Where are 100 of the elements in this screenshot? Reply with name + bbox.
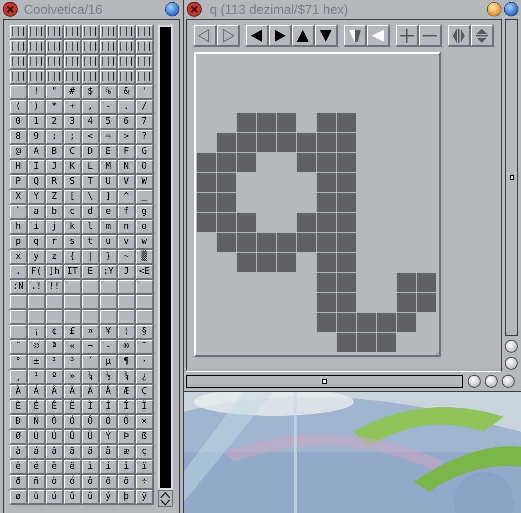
round-button[interactable] (468, 375, 481, 388)
glyph-cell[interactable]: { (64, 250, 82, 265)
glyph-cell[interactable]: :N (10, 280, 28, 295)
glyph-cell[interactable]: Ã (64, 385, 82, 400)
glyph-cell[interactable]: b (46, 205, 64, 220)
glyph-cell[interactable]: E (100, 145, 118, 160)
glyph-cell[interactable]: _ (136, 190, 154, 205)
glyph-cell[interactable]: w (136, 235, 154, 250)
glyph-cell[interactable]: ¦ (118, 325, 136, 340)
glyph-cell[interactable]: ¯ (136, 340, 154, 355)
glyph-cell[interactable]: Æ (118, 385, 136, 400)
glyph-cell[interactable]: \ (82, 190, 100, 205)
glyph-cell[interactable] (118, 280, 136, 295)
flip-vertical-button[interactable] (471, 25, 494, 47)
glyph-cell[interactable]: ¢ (46, 325, 64, 340)
glyph-cell[interactable] (118, 295, 136, 310)
glyph-cell[interactable]: ||| (64, 40, 82, 55)
glyph-cell[interactable] (64, 280, 82, 295)
glyph-cell[interactable]: n (118, 220, 136, 235)
glyph-cell[interactable]: r (46, 235, 64, 250)
glyph-cell[interactable]: C (64, 145, 82, 160)
glyph-cell[interactable] (136, 310, 154, 325)
glyph-cell[interactable]: æ (118, 445, 136, 460)
glyph-cell[interactable]: O (136, 160, 154, 175)
glyph-cell[interactable]: D (82, 145, 100, 160)
glyph-cell[interactable]: ||| (136, 55, 154, 70)
glyph-cell[interactable]: Ñ (28, 415, 46, 430)
glyph-cell[interactable]: R (46, 175, 64, 190)
next-button[interactable] (217, 25, 240, 47)
glyph-cell[interactable]: þ (118, 490, 136, 505)
glyph-cell[interactable]: . (118, 100, 136, 115)
glyph-cell[interactable]: û (64, 490, 82, 505)
glyph-cell[interactable]: I (28, 160, 46, 175)
glyph-cell[interactable]: IT (64, 265, 82, 280)
glyph-cell[interactable] (100, 310, 118, 325)
maximize-icon[interactable] (165, 2, 180, 17)
glyph-cell[interactable]: Ê (46, 400, 64, 415)
glyph-cell[interactable]: ||| (118, 55, 136, 70)
glyph-cell[interactable]: § (136, 325, 154, 340)
glyph-cell[interactable]: ß (136, 430, 154, 445)
move-right-button[interactable] (269, 25, 292, 47)
glyph-cell[interactable] (136, 280, 154, 295)
glyph-cell[interactable]: V (118, 175, 136, 190)
glyph-cell[interactable]: ||| (136, 25, 154, 40)
glyph-cell[interactable]: [ (64, 190, 82, 205)
glyph-cell[interactable]: z (46, 250, 64, 265)
glyph-cell[interactable]: X (10, 190, 28, 205)
glyph-cell[interactable]: Ö (118, 415, 136, 430)
glyph-cell[interactable]: U (100, 175, 118, 190)
glyph-cell[interactable]: Q (28, 175, 46, 190)
glyph-cell[interactable] (82, 295, 100, 310)
glyph-cell[interactable]: ÿ (136, 490, 154, 505)
glyph-cell[interactable]: ô (82, 475, 100, 490)
glyph-cell[interactable]: ||| (28, 40, 46, 55)
glyph-cell[interactable]: ´ (82, 355, 100, 370)
glyph-cell[interactable]: $ (82, 85, 100, 100)
glyph-cell[interactable] (82, 280, 100, 295)
glyph-cell[interactable]: ||| (82, 55, 100, 70)
glyph-cell[interactable]: ^ (118, 190, 136, 205)
glyph-cell[interactable]: ã (64, 445, 82, 460)
glyph-cell[interactable]: ||| (100, 25, 118, 40)
glyph-cell[interactable]: Å (100, 385, 118, 400)
glyph-cell[interactable]: Ù (28, 430, 46, 445)
glyph-cell[interactable]: y (28, 250, 46, 265)
glyph-cell[interactable]: ||| (100, 70, 118, 85)
glyph-cell[interactable]: ||| (100, 40, 118, 55)
scroll-thumb[interactable] (510, 175, 514, 180)
glyph-cell[interactable]: m (100, 220, 118, 235)
glyph-cell[interactable]: · (136, 355, 154, 370)
glyph-cell[interactable]: ||| (64, 70, 82, 85)
glyph-cell[interactable]: ö (118, 475, 136, 490)
glyph-cell[interactable]: T (82, 175, 100, 190)
glyph-cell[interactable]: ³ (64, 355, 82, 370)
glyph-cell[interactable]: Í (100, 400, 118, 415)
glyph-cell[interactable]: è (10, 460, 28, 475)
glyph-cell[interactable]: .! (28, 280, 46, 295)
glyph-cell[interactable]: ||| (118, 70, 136, 85)
remove-button[interactable] (419, 25, 442, 47)
glyph-cell[interactable]: / (136, 100, 154, 115)
glyph-cell[interactable]: @ (10, 145, 28, 160)
glyph-cell[interactable]: v (118, 235, 136, 250)
glyph-cell[interactable]: l (82, 220, 100, 235)
glyph-cell[interactable]: Y (28, 190, 46, 205)
glyph-cell[interactable] (82, 310, 100, 325)
glyph-canvas[interactable] (194, 52, 441, 357)
glyph-cell[interactable]: o (136, 220, 154, 235)
glyph-cell[interactable]: ||| (82, 25, 100, 40)
scrollbar[interactable] (505, 19, 518, 336)
glyph-cell[interactable]: f (118, 205, 136, 220)
glyph-cell[interactable]: j (46, 220, 64, 235)
glyph-cell[interactable]: ¶ (118, 355, 136, 370)
glyph-cell[interactable]: 8 (10, 130, 28, 145)
flip-horizontal-button[interactable] (448, 25, 471, 47)
glyph-cell[interactable] (64, 295, 82, 310)
glyph-cell[interactable]: F (118, 145, 136, 160)
glyph-cell[interactable]: ] (100, 190, 118, 205)
glyph-cell[interactable]: ¬ (82, 340, 100, 355)
glyph-cell[interactable]: ¿ (136, 370, 154, 385)
round-button[interactable] (505, 340, 518, 353)
glyph-cell[interactable]: 9 (28, 130, 46, 145)
